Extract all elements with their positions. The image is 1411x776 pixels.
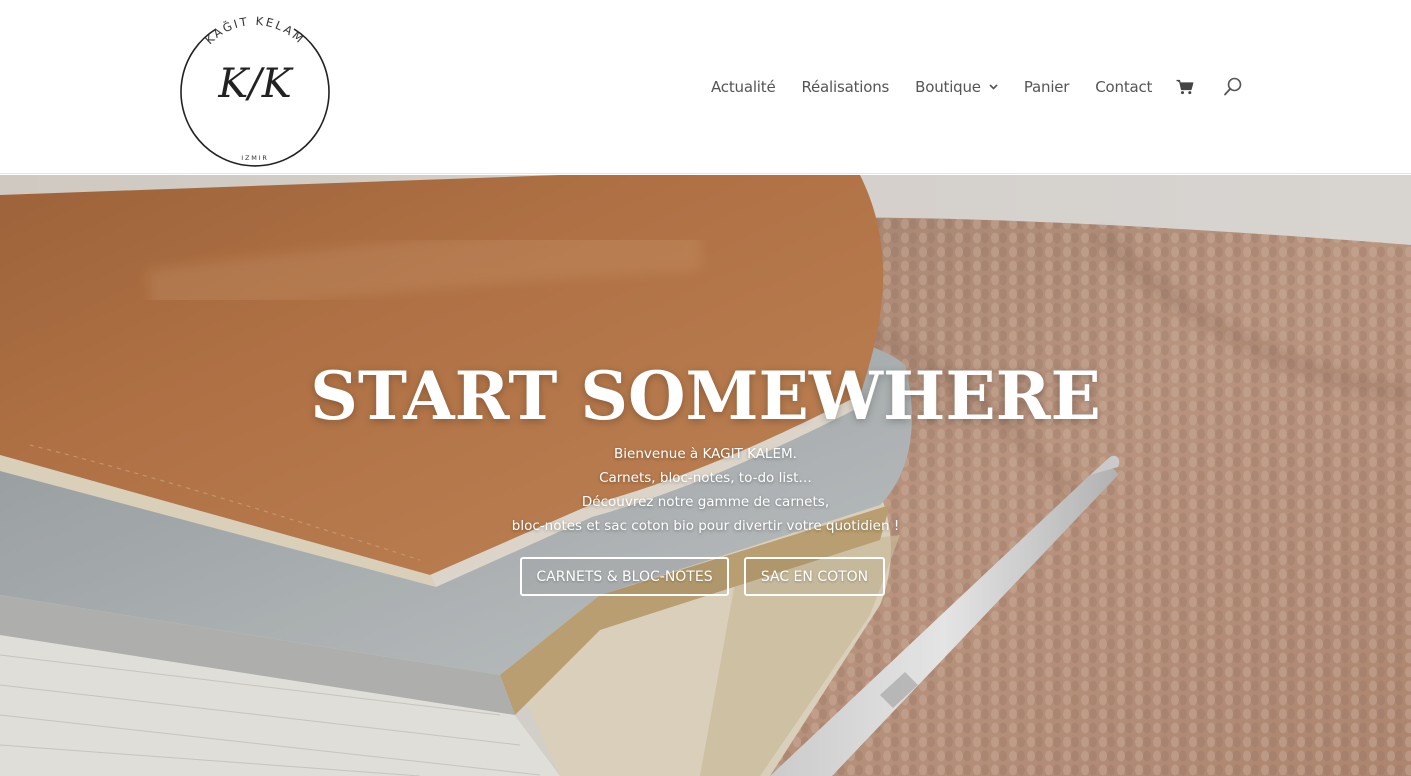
carnets-bloc-notes-button[interactable]: CARNETS & BLOC-NOTES [520,557,729,596]
nav-item-label: Boutique [915,78,981,96]
logo-bottom-text: IZMIR [241,154,268,162]
sac-en-coton-button[interactable]: SAC EN COTON [744,557,885,596]
search-icon[interactable] [1222,76,1244,98]
site-header: KAĞIT KELAM IZMIR K/K Actualité Réalisat… [0,0,1411,174]
main-nav: Actualité Réalisations Boutique Panier C… [711,74,1152,100]
nav-item-panier[interactable]: Panier [1023,78,1070,96]
nav-item-label: Actualité [711,78,776,96]
shopping-cart-icon[interactable] [1176,79,1194,95]
hero-title: START SOMEWHERE [310,357,1101,435]
logo-top-text: KAĞIT KELAM [202,14,305,47]
svg-text:KAĞIT KELAM: KAĞIT KELAM [202,14,308,47]
nav-item-actualite[interactable]: Actualité [711,78,776,96]
hero-section: START SOMEWHERE Bienvenue à KAGIT KALEM.… [0,175,1411,776]
hero-line: Carnets, bloc-notes, to-do list… [599,470,812,486]
hero-line: bloc-notes et sac coton bio pour diverti… [511,518,900,534]
hero-description: Bienvenue à KAGIT KALEM. Carnets, bloc-n… [0,442,1411,538]
nav-item-realisations[interactable]: Réalisations [801,78,889,96]
nav-item-boutique[interactable]: Boutique [915,78,998,96]
site-logo[interactable]: KAĞIT KELAM IZMIR K/K [176,2,334,168]
chevron-down-icon [989,84,998,90]
nav-item-label: Réalisations [801,78,890,96]
hero-line: Bienvenue à KAGIT KALEM. [614,446,797,462]
hero-buttons: CARNETS & BLOC-NOTES SAC EN COTON [520,557,885,596]
nav-item-label: Contact [1095,78,1153,96]
logo-monogram: K/K [217,61,293,107]
hero-line: Découvrez notre gamme de carnets, [581,494,830,510]
nav-item-contact[interactable]: Contact [1095,78,1152,96]
nav-item-label: Panier [1023,78,1070,96]
logo-emblem: KAĞIT KELAM IZMIR K/K [180,14,330,167]
